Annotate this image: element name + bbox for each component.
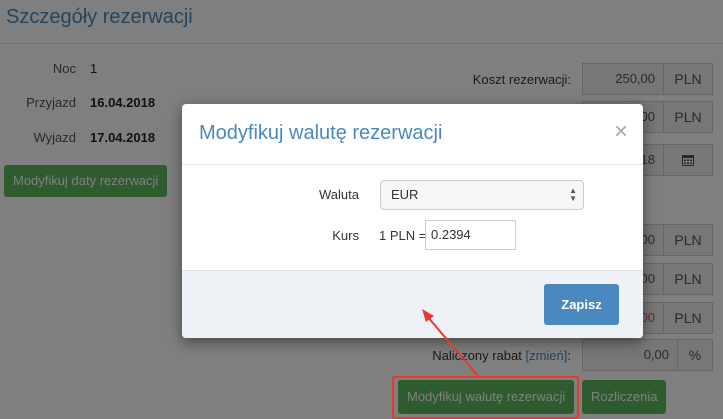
close-icon[interactable]: ×: [614, 120, 628, 144]
kurs-prefix: 1 PLN =: [379, 228, 427, 243]
modal-body: Waluta EUR ▲ ▼ Kurs 1 PLN = 0.2394: [182, 165, 643, 271]
modal-header: Modyfikuj walutę rezerwacji ×: [182, 104, 643, 165]
currency-select-value: EUR: [391, 187, 419, 202]
highlight-box: [392, 376, 579, 419]
exchange-rate-input[interactable]: 0.2394: [425, 220, 516, 250]
modal-footer: Zapisz: [182, 270, 643, 338]
currency-select[interactable]: EUR ▲ ▼: [380, 180, 584, 210]
save-button[interactable]: Zapisz: [544, 284, 619, 325]
waluta-label: Waluta: [319, 187, 359, 202]
select-arrows-icon: ▲ ▼: [569, 186, 577, 203]
kurs-label: Kurs: [332, 228, 359, 243]
currency-modal: Modyfikuj walutę rezerwacji × Waluta EUR…: [182, 104, 643, 338]
modal-title: Modyfikuj walutę rezerwacji: [199, 122, 443, 144]
